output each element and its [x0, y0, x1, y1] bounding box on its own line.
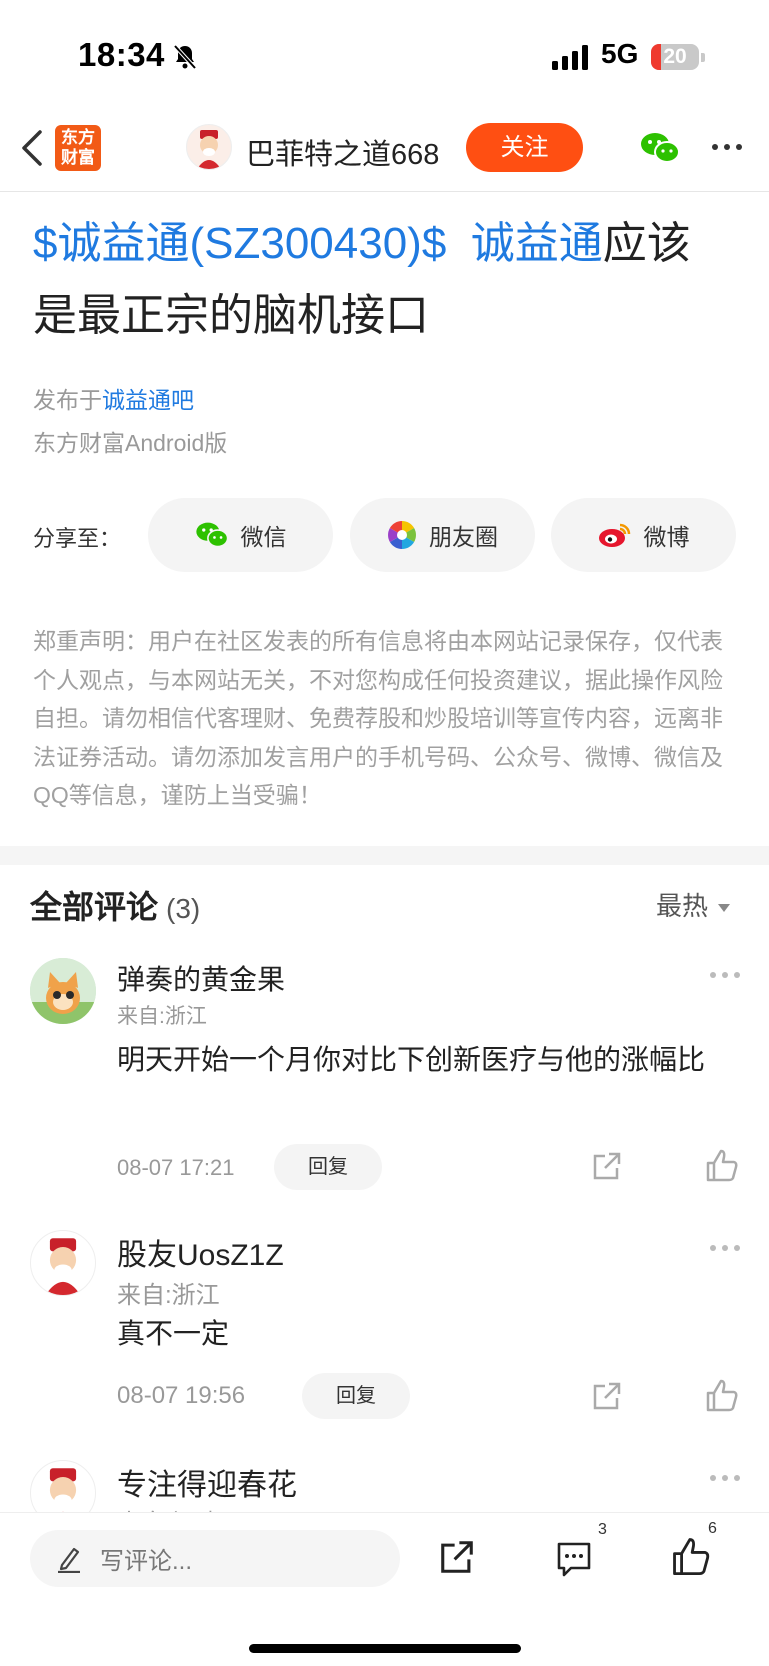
comment-time: 08-07 19:56: [117, 1382, 246, 1409]
section-divider: [0, 846, 769, 865]
logo-line2: 财富: [61, 148, 95, 167]
comment-more-icon[interactable]: [710, 1245, 740, 1251]
like-icon[interactable]: [672, 1536, 710, 1576]
wechat-share-icon[interactable]: [640, 131, 680, 165]
reply-button[interactable]: 回复: [302, 1373, 410, 1419]
comment-time: 08-07 17:21: [117, 1155, 235, 1180]
like-icon[interactable]: [706, 1378, 738, 1412]
comment-count-badge: 3: [598, 1521, 607, 1538]
caret-down-icon: [718, 904, 731, 913]
published-in: 发布于诚益通吧: [33, 381, 194, 415]
signal-icon: [552, 44, 588, 70]
forum-link[interactable]: 诚益通吧: [102, 387, 194, 413]
fortune-god-icon: [197, 130, 221, 169]
sort-dropdown[interactable]: 最热: [656, 886, 731, 923]
logo-line1: 东方: [61, 128, 95, 147]
comment-more-icon[interactable]: [710, 1475, 740, 1481]
comments-count: (3): [166, 893, 201, 924]
bell-muted-icon: [173, 44, 197, 70]
app-logo[interactable]: 东方 财富: [55, 125, 101, 171]
title-text-1: 应该: [602, 219, 691, 268]
commenter-name[interactable]: 专注得迎春花: [117, 1460, 297, 1504]
comments-title: 全部评论: [30, 889, 159, 925]
home-indicator: [249, 1644, 521, 1653]
stock-name-link[interactable]: 诚益通: [471, 219, 603, 268]
commenter-location: 来自:浙江: [117, 1282, 220, 1309]
comment-text: 明天开始一个月你对比下创新医疗与他的涨幅比: [117, 1044, 706, 1075]
comment-icon[interactable]: [555, 1540, 593, 1578]
comment-placeholder: 写评论...: [100, 1548, 193, 1575]
published-prefix: 发布于: [33, 387, 102, 413]
share-icon[interactable]: [591, 1380, 623, 1412]
share-weibo-button[interactable]: 微博: [551, 498, 736, 572]
stock-tag-link[interactable]: $诚益通(SZ300430)$: [33, 219, 446, 268]
network-type: 5G: [601, 38, 639, 69]
post-title: $诚益通(SZ300430)$ 诚益通应该 是最正宗的脑机接口: [33, 208, 743, 352]
share-moments-label: 朋友圈: [429, 524, 498, 550]
battery-icon: 20: [651, 44, 699, 70]
more-options-icon[interactable]: [712, 144, 742, 150]
back-icon[interactable]: [18, 128, 46, 168]
sort-label: 最热: [656, 891, 709, 921]
moments-icon: [388, 521, 416, 549]
share-wechat-label: 微信: [240, 524, 287, 550]
comment-text: 真不一定: [117, 1318, 230, 1349]
commenter-avatar[interactable]: [30, 1230, 96, 1296]
like-icon[interactable]: [706, 1148, 738, 1182]
follow-button[interactable]: 关注: [466, 123, 583, 172]
title-text-2: 是最正宗的脑机接口: [33, 291, 429, 340]
reply-button[interactable]: 回复: [274, 1144, 382, 1190]
nav-divider: [0, 191, 769, 192]
share-icon[interactable]: [438, 1538, 476, 1576]
share-moments-button[interactable]: 朋友圈: [350, 498, 535, 572]
share-icon[interactable]: [591, 1150, 623, 1182]
wechat-icon: [195, 522, 228, 548]
cat-avatar-icon: [30, 958, 96, 1024]
weibo-icon: [598, 523, 630, 547]
comments-header: 全部评论 (3): [30, 882, 200, 928]
like-count-badge: 6: [708, 1520, 717, 1537]
share-label: 分享至：: [33, 526, 122, 551]
battery-level: 20: [663, 45, 687, 68]
status-time: 18:34: [78, 36, 165, 73]
disclaimer-text: 郑重声明：用户在社区发表的所有信息将由本网站记录保存，仅代表个人观点，与本网站无…: [33, 628, 723, 808]
post-client: 东方财富Android版: [33, 430, 228, 456]
share-weibo-label: 微博: [643, 524, 690, 550]
fortune-god-icon: [45, 1238, 81, 1295]
comment-input[interactable]: 写评论...: [30, 1530, 400, 1587]
share-wechat-button[interactable]: 微信: [148, 498, 333, 572]
pencil-icon: [58, 1547, 80, 1573]
commenter-name[interactable]: 股友UosZ1Z: [117, 1230, 284, 1274]
commenter-name[interactable]: 弹奏的黄金果: [117, 958, 285, 998]
comment-more-icon[interactable]: [710, 972, 740, 978]
commenter-avatar[interactable]: [30, 958, 96, 1024]
commenter-location: 来自:浙江: [117, 1005, 207, 1028]
battery-cap: [701, 53, 705, 62]
author-avatar[interactable]: [186, 124, 232, 170]
author-name[interactable]: 巴菲特之道668: [246, 131, 439, 173]
